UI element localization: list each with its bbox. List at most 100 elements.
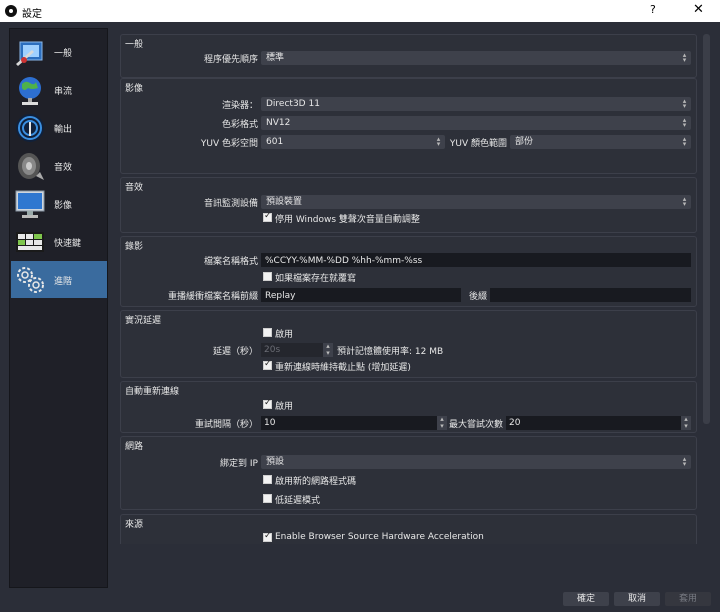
audio-speaker-icon	[18, 153, 44, 180]
new-network-code-label: 啟用新的網路程式碼	[275, 477, 357, 487]
browser-hw-accel-label: Enable Browser Source Hardware Accelerat…	[275, 532, 484, 542]
sidebar-item-hotkeys[interactable]: 快速鍵	[11, 223, 107, 260]
audio-monitoring-device-label: 音訊監測設備	[203, 199, 258, 209]
max-retries-value: 20	[509, 418, 521, 428]
replay-suffix-label: 後綴	[468, 292, 487, 302]
sidebar-item-stream[interactable]: 串流	[11, 71, 107, 108]
sidebar-item-audio[interactable]: 音效	[11, 147, 107, 184]
output-broadcast-icon	[16, 114, 44, 142]
retry-delay-value: 10	[264, 418, 276, 428]
video-monitor-icon	[15, 190, 45, 218]
updown-arrow-icon: ▴ ▾	[682, 116, 687, 129]
group-title: 實況延遲	[125, 316, 162, 326]
yuv-color-range-label: YUV 顏色範圍	[449, 139, 507, 149]
stream-delay-enable-checkbox[interactable]	[263, 328, 272, 337]
bind-ip-value: 預設	[266, 457, 285, 467]
window-title: 設定	[22, 9, 42, 20]
stream-globe-icon	[19, 77, 41, 105]
scrollbar-thumb[interactable]	[703, 34, 710, 424]
browser-hw-accel-checkbox[interactable]	[263, 531, 272, 542]
yuv-color-space-value: 601	[266, 137, 284, 147]
replay-suffix-input[interactable]	[490, 288, 691, 302]
delay-seconds-value: 20s	[264, 345, 281, 355]
bind-ip-select[interactable]: 預設 ▴ ▾	[261, 455, 691, 469]
overwrite-if-exists-checkbox[interactable]	[263, 272, 272, 281]
group-title: 來源	[125, 520, 144, 530]
advanced-gears-icon	[17, 267, 44, 293]
general-settings-icon	[16, 41, 43, 66]
delay-seconds-label: 延遲（秒）	[212, 347, 258, 357]
max-retries-label: 最大嘗試次數	[448, 420, 503, 430]
sidebar-item-label: 影像	[54, 201, 73, 211]
max-retries-spinbox[interactable]: 20 ▴ ▾	[506, 416, 691, 430]
help-button[interactable]: ?	[650, 3, 656, 16]
color-format-select[interactable]: NV12 ▴ ▾	[261, 116, 691, 130]
renderer-label: 渲染器：	[221, 101, 258, 111]
stream-delay-enable-label: 啟用	[275, 330, 294, 340]
renderer-select[interactable]: Direct3D 11 ▴ ▾	[261, 97, 691, 111]
yuv-color-space-select[interactable]: 601 ▴ ▾	[261, 135, 445, 149]
sidebar-item-label: 進階	[54, 277, 73, 287]
group-title: 一般	[125, 40, 144, 50]
sidebar-item-output[interactable]: 輸出	[11, 109, 107, 146]
updown-arrow-icon: ▴ ▾	[682, 455, 687, 468]
stream-delay-group: 實況延遲 啟用 延遲（秒） 20s ▴▾ 預計記憶體使用率: 12 MB 重新連…	[120, 310, 697, 378]
yuv-color-space-label: YUV 色彩空間	[200, 139, 258, 149]
updown-arrow-icon: ▴ ▾	[682, 135, 687, 148]
group-title: 音效	[125, 183, 144, 193]
yuv-color-range-value: 部份	[515, 137, 534, 147]
spin-arrows-icon[interactable]: ▴ ▾	[681, 416, 691, 430]
auto-reconnect-enable-checkbox[interactable]	[263, 398, 272, 409]
color-format-value: NV12	[266, 118, 291, 128]
disable-ducking-label: 停用 Windows 雙聲次音量自動調整	[275, 215, 420, 225]
process-priority-label: 程序優先順序	[203, 55, 258, 65]
renderer-value: Direct3D 11	[266, 99, 320, 109]
delay-seconds-spinbox[interactable]: 20s ▴ ▾	[261, 343, 333, 357]
sidebar-item-label: 輸出	[54, 125, 73, 135]
auto-reconnect-group: 自動重新連線 啟用 重試間隔（秒） 10 ▴▾ 最大嘗試次數 20 ▴▾	[120, 381, 697, 433]
replay-prefix-label: 重播緩衝檔案名稱前綴	[167, 292, 258, 302]
audio-group: 音效 音訊監測設備 預設裝置 ▴▾ 停用 Windows 雙聲次音量自動調整	[120, 177, 697, 233]
audio-monitoring-device-select[interactable]: 預設裝置 ▴ ▾	[261, 195, 691, 209]
filename-format-label: 檔案名稱格式	[203, 257, 258, 267]
group-title: 網路	[125, 442, 144, 452]
apply-button[interactable]: 套用	[665, 592, 711, 606]
process-priority-select[interactable]: 標準 ▴ ▾	[261, 51, 691, 65]
overwrite-if-exists-label: 如果檔案存在就覆寫	[275, 274, 357, 284]
sidebar-item-general[interactable]: 一般	[11, 33, 107, 70]
retry-delay-label: 重試間隔（秒）	[194, 420, 258, 430]
sidebar-item-advanced[interactable]: 進階	[11, 261, 107, 298]
preserve-cutoff-checkbox[interactable]	[263, 359, 272, 370]
spin-arrows-icon[interactable]: ▴ ▾	[323, 343, 333, 357]
low-latency-mode-label: 低延遲模式	[275, 496, 321, 506]
sources-group: 來源 Enable Browser Source Hardware Accele…	[120, 514, 697, 544]
sidebar-item-label: 一般	[54, 49, 73, 59]
sidebar-item-label: 音效	[54, 163, 73, 173]
close-button[interactable]: ✕	[693, 2, 704, 17]
group-title: 自動重新連線	[125, 387, 180, 397]
group-title: 錄影	[125, 242, 144, 252]
sidebar-item-video[interactable]: 影像	[11, 185, 107, 222]
sidebar-item-label: 快速鍵	[54, 239, 82, 249]
network-group: 網路 綁定到 IP 預設 ▴ ▾ 啟用新的網路程式碼 低延遲模式	[120, 436, 697, 510]
bind-ip-label: 綁定到 IP	[220, 459, 258, 469]
vertical-scrollbar[interactable]	[701, 28, 712, 544]
filename-format-input[interactable]: %CCYY-%MM-%DD %hh-%mm-%ss	[261, 253, 691, 267]
cancel-button[interactable]: 取消	[614, 592, 660, 606]
replay-prefix-input[interactable]: Replay	[261, 288, 461, 302]
general-group: 一般 程序優先順序 標準 ▴ ▾	[120, 34, 697, 78]
updown-arrow-icon: ▴ ▾	[682, 51, 687, 64]
audio-monitoring-device-value: 預設裝置	[266, 197, 303, 207]
recording-group: 錄影 檔案名稱格式 %CCYY-%MM-%DD %hh-%mm-%ss 如果檔案…	[120, 236, 697, 307]
ok-button[interactable]: 確定	[563, 592, 609, 606]
hotkeys-keyboard-icon	[16, 232, 44, 252]
estimated-memory-label: 預計記憶體使用率: 12 MB	[337, 347, 444, 357]
retry-delay-spinbox[interactable]: 10 ▴ ▾	[261, 416, 447, 430]
yuv-color-range-select[interactable]: 部份 ▴ ▾	[510, 135, 691, 149]
sidebar-item-label: 串流	[54, 87, 73, 97]
low-latency-mode-checkbox[interactable]	[263, 494, 272, 503]
disable-ducking-checkbox[interactable]	[263, 211, 272, 222]
new-network-code-checkbox[interactable]	[263, 475, 272, 484]
process-priority-value: 標準	[266, 53, 285, 63]
title-bar: 設定 ? ✕	[0, 0, 720, 22]
